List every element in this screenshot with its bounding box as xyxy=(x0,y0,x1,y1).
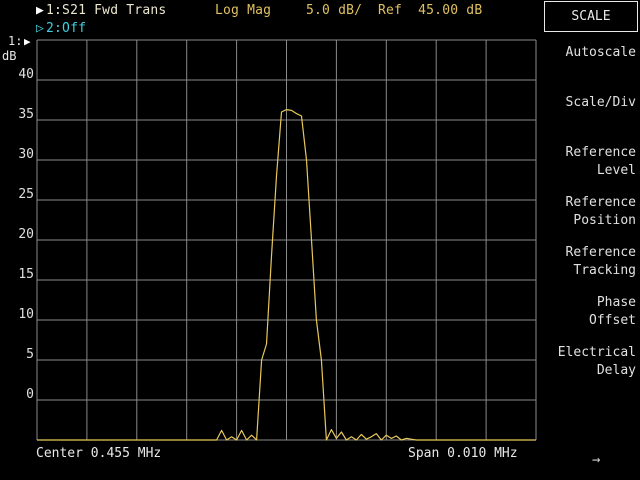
span-frequency: Span 0.010 MHz xyxy=(408,446,518,461)
softkey-autoscale[interactable]: Autoscale xyxy=(540,44,636,62)
softkey-label: Offset xyxy=(589,313,636,328)
active-trace-marker: ▶ xyxy=(36,3,45,18)
y-tick-label: 35 xyxy=(18,107,34,122)
softkey-label: Tracking xyxy=(573,263,636,278)
y-tick-label: 30 xyxy=(18,147,34,162)
center-frequency: Center 0.455 MHz xyxy=(36,446,162,461)
trace1-ref: Ref 45.00 dB xyxy=(378,3,483,18)
softkey-reference-position[interactable]: Reference Position xyxy=(540,194,636,230)
y-axis-labels: 40 35 30 25 20 15 10 5 0 xyxy=(18,67,34,402)
trace1-label[interactable]: 1:S21 Fwd Trans xyxy=(46,3,166,18)
ref-marker-label: 1: xyxy=(8,34,22,48)
softkey-reference-tracking[interactable]: Reference Tracking xyxy=(540,244,636,280)
softkey-scale-div[interactable]: Scale/Div xyxy=(540,94,636,112)
y-unit-label: dB xyxy=(2,49,16,63)
y-tick-label: 0 xyxy=(26,387,34,402)
reference-marker: 1: ▶ dB xyxy=(2,34,31,63)
y-tick-label: 15 xyxy=(18,267,34,282)
softkey-label: Autoscale xyxy=(565,45,636,60)
y-tick-label: 5 xyxy=(26,347,34,362)
y-tick-label: 25 xyxy=(18,187,34,202)
y-tick-label: 20 xyxy=(18,227,34,242)
softkey-label: Phase xyxy=(596,295,636,310)
next-page-arrow-icon[interactable]: → xyxy=(592,452,600,468)
softkey-label: Electrical xyxy=(557,345,636,360)
softkey-label: Scale/Div xyxy=(565,95,636,110)
trace1-scale: 5.0 dB/ xyxy=(306,3,363,18)
softkey-electrical-delay[interactable]: Electrical Delay xyxy=(540,344,636,380)
chart-grid xyxy=(36,39,537,441)
ref-marker-arrow: ▶ xyxy=(24,35,31,48)
softkey-phase-offset[interactable]: Phase Offset xyxy=(540,294,636,330)
softkey-panel xyxy=(540,0,640,480)
y-tick-label: 40 xyxy=(18,67,34,82)
softkey-label: Reference xyxy=(565,245,636,260)
y-tick-label: 10 xyxy=(18,307,34,322)
softkey-label: Level xyxy=(596,163,636,178)
softkey-label: Reference xyxy=(565,145,636,160)
softkey-label: Position xyxy=(573,213,636,228)
softkey-label: Delay xyxy=(596,363,636,378)
softkey-reference-level[interactable]: Reference Level xyxy=(540,144,636,180)
trace1-format: Log Mag xyxy=(215,3,272,18)
trace-chart: 40 35 30 25 20 15 10 5 0 1: ▶ dB xyxy=(2,34,537,441)
menu-title: SCALE xyxy=(544,1,638,32)
softkey-label: Reference xyxy=(565,195,636,210)
